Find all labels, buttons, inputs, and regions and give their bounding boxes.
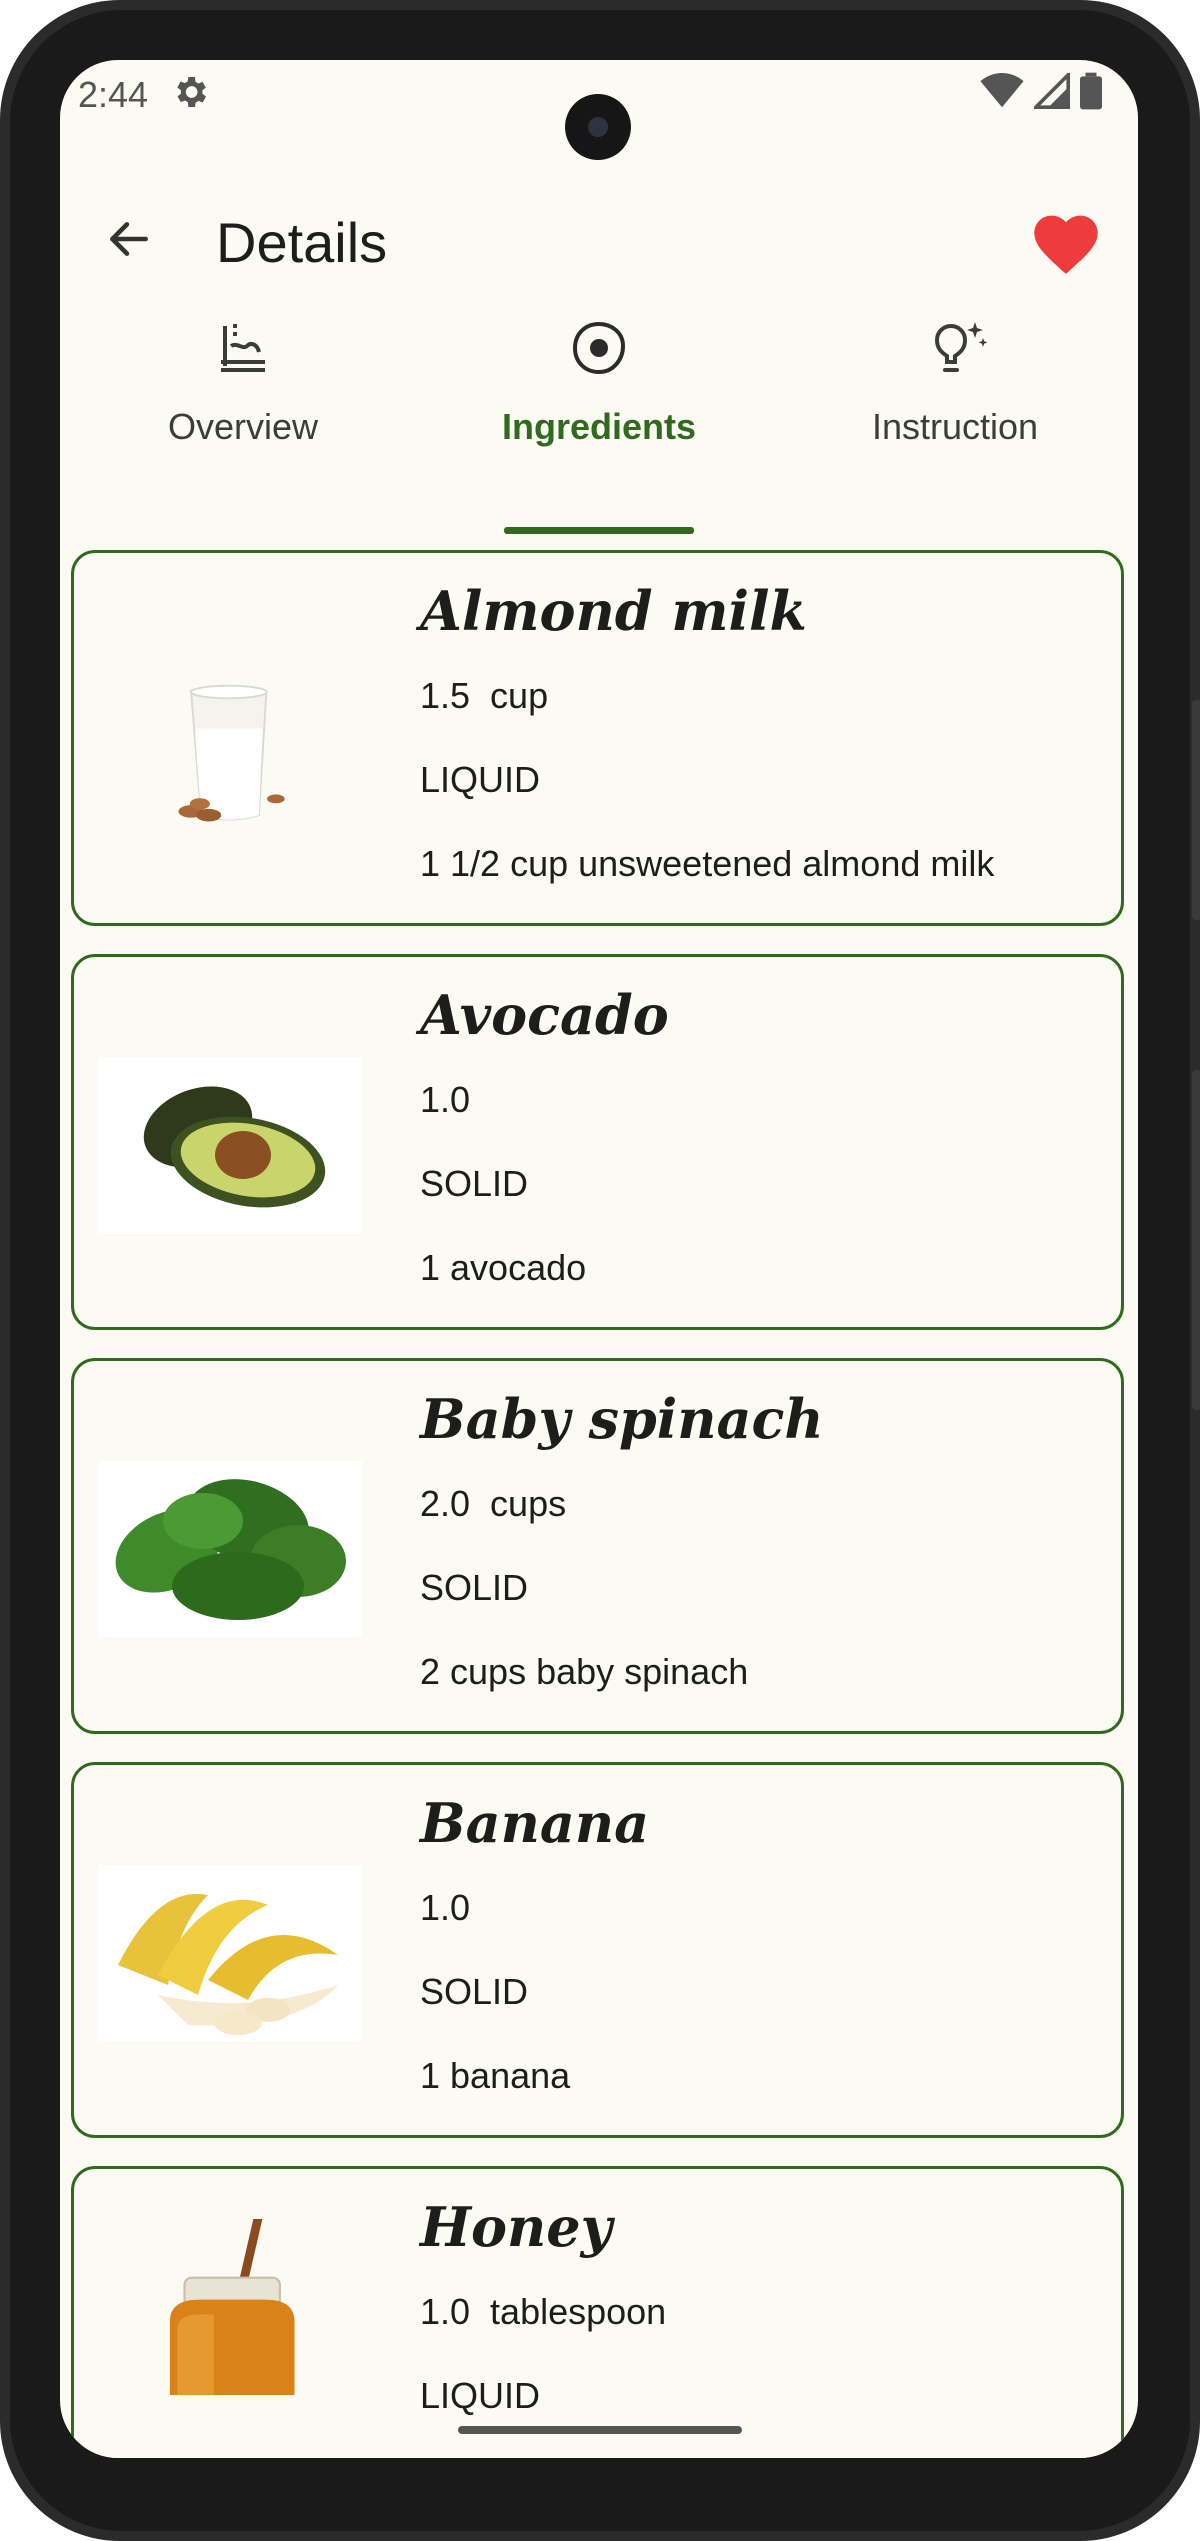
ingredient-list[interactable]: Almond milk 1.5 cup LIQUID 1 1/2 cup uns…: [60, 550, 1138, 2458]
battery-icon: [1080, 72, 1102, 110]
ingredient-card[interactable]: Honey 1.0 tablespoon LIQUID: [71, 2166, 1124, 2458]
back-arrow-icon[interactable]: [104, 214, 154, 264]
ingredient-card[interactable]: Banana 1.0 SOLID 1 banana: [71, 1762, 1124, 2138]
ingredient-type: SOLID: [420, 1971, 529, 2012]
ingredient-name: Avocado: [420, 983, 669, 1047]
ingredient-card[interactable]: Avocado 1.0 SOLID 1 avocado: [71, 954, 1124, 1330]
tab-overview-label: Overview: [167, 406, 319, 447]
gesture-nav-handle[interactable]: [458, 2426, 742, 2434]
ingredient-type: SOLID: [420, 1567, 529, 1608]
ingredient-card[interactable]: Baby spinach 2.0 cups SOLID 2 cups baby …: [71, 1358, 1124, 1734]
egg-icon: [572, 321, 626, 375]
avocado-image: [98, 1057, 362, 1233]
power-button: [1192, 700, 1200, 920]
status-icons: [980, 72, 1102, 110]
ingredient-card[interactable]: Almond milk 1.5 cup LIQUID 1 1/2 cup uns…: [71, 550, 1124, 926]
ingredient-name: Honey: [420, 2195, 613, 2259]
ingredient-type: LIQUID: [420, 759, 541, 800]
settings-icon: [177, 77, 206, 107]
ingredient-quantity: 1.0: [420, 1887, 471, 1928]
tab-instruction[interactable]: Instruction: [790, 300, 1120, 480]
ingredient-description: 1 avocado: [420, 1247, 587, 1288]
device-frame: 2:44 Details Overview Ingredients Instru…: [0, 0, 1200, 2541]
ingredient-type: LIQUID: [420, 2375, 541, 2416]
ingredient-name: Banana: [420, 1791, 650, 1855]
tab-ingredients[interactable]: Ingredients: [434, 300, 764, 480]
ingredient-type: SOLID: [420, 1163, 529, 1204]
ingredient-quantity: 1.5 cup: [420, 675, 549, 716]
favorite-heart-icon[interactable]: [1028, 206, 1104, 276]
ingredient-description: 1 banana: [420, 2055, 571, 2096]
volume-button: [1192, 1070, 1200, 1410]
honey-jar-image: [98, 2219, 362, 2395]
status-time: 2:44: [78, 74, 149, 115]
tab-overview[interactable]: Overview: [78, 300, 408, 480]
tab-bar: Overview Ingredients Instruction: [60, 300, 1138, 534]
spinach-image: [98, 1461, 362, 1637]
ingredient-description: 2 cups baby spinach: [420, 1651, 749, 1692]
ingredient-description: 1 1/2 cup unsweetened almond milk: [420, 843, 995, 884]
ingredient-quantity: 1.0 tablespoon: [420, 2291, 667, 2332]
banana-image: [98, 1865, 362, 2041]
screen: 2:44 Details Overview Ingredients Instru…: [60, 60, 1138, 2458]
signal-icon: [1034, 73, 1070, 109]
front-camera: [565, 94, 631, 160]
lightbulb-icon: [934, 322, 988, 372]
ingredient-name: Almond milk: [420, 579, 807, 643]
almond-milk-image: [98, 653, 362, 829]
ingredient-quantity: 2.0 cups: [420, 1483, 567, 1524]
tab-active-indicator: [504, 527, 694, 534]
tab-instruction-label: Instruction: [871, 406, 1039, 447]
wifi-icon: [980, 73, 1024, 108]
ingredient-name: Baby spinach: [420, 1387, 824, 1451]
page-title: Details: [216, 211, 388, 274]
app-bar: Details: [60, 170, 1138, 290]
ingredient-quantity: 1.0: [420, 1079, 471, 1120]
tab-ingredients-label: Ingredients: [501, 406, 697, 447]
recipe-icon: [221, 324, 265, 372]
